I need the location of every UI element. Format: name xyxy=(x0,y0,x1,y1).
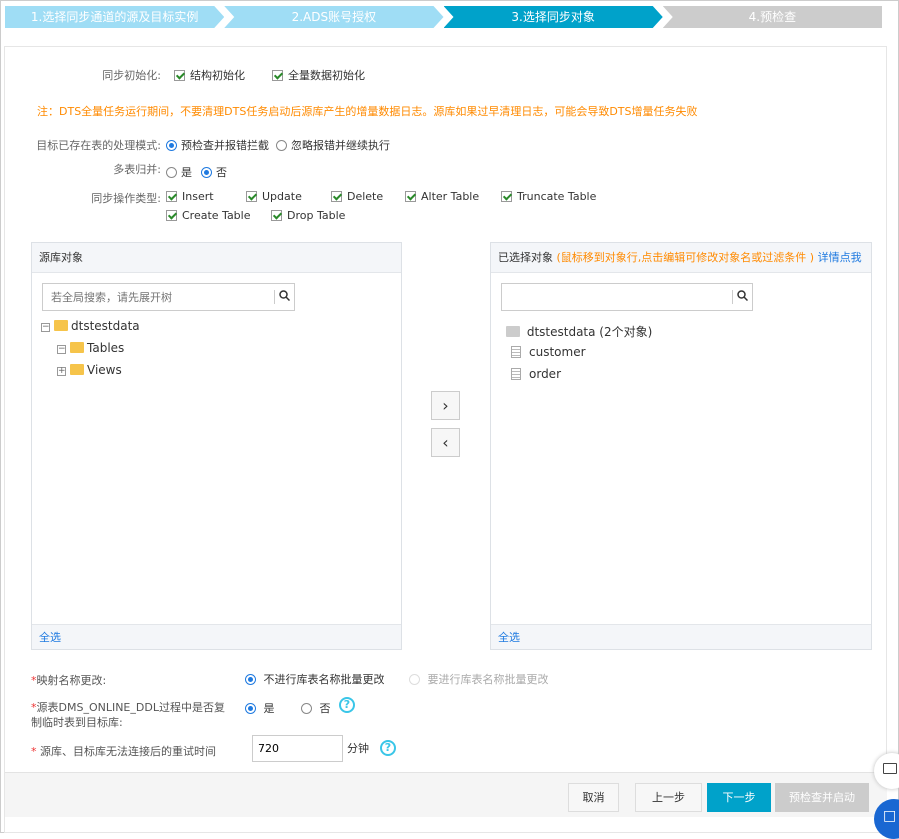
remove-from-selected-button[interactable]: ‹ xyxy=(431,428,460,457)
rename-no-radio[interactable]: 不进行库表名称批量更改 xyxy=(245,671,385,687)
step-1: 1.选择同步通道的源及目标实例 xyxy=(5,6,224,28)
expand-icon[interactable]: + xyxy=(57,367,66,376)
search-icon[interactable] xyxy=(732,290,749,304)
rename-label: *映射名称更改: xyxy=(31,674,107,687)
source-search-input[interactable] xyxy=(43,284,263,310)
merge-no-radio[interactable]: 否 xyxy=(201,164,227,180)
retry-unit: 分钟 xyxy=(347,742,369,755)
source-select-all[interactable]: 全选 xyxy=(32,624,401,649)
grid-icon: □ xyxy=(883,808,897,824)
folder-icon xyxy=(506,326,520,337)
selected-select-all[interactable]: 全选 xyxy=(491,624,871,649)
selected-item[interactable]: customer xyxy=(511,345,586,359)
search-icon[interactable] xyxy=(274,290,291,304)
precheck-start-button[interactable]: 预检查并启动 xyxy=(775,783,869,812)
selected-db-node[interactable]: dtstestdata (2个对象) xyxy=(506,323,652,340)
ops-label: 同步操作类型: xyxy=(91,192,161,205)
op-update-checkbox[interactable]: Update xyxy=(246,190,302,203)
warning-note: 注：DTS全量任务运行期间，不要清理DTS任务启动后源库产生的增量数据日志。源库… xyxy=(37,105,698,118)
init-label: 同步初始化: xyxy=(102,69,161,82)
next-step-button[interactable]: 下一步 xyxy=(707,783,771,812)
folder-icon xyxy=(54,320,68,331)
exist-label: 目标已存在表的处理模式: xyxy=(36,139,161,152)
retry-time-input[interactable] xyxy=(252,735,343,762)
prev-step-button[interactable]: 上一步 xyxy=(635,783,702,812)
add-to-selected-button[interactable]: › xyxy=(431,391,460,420)
table-icon xyxy=(511,346,521,358)
source-search xyxy=(42,283,295,311)
merge-yes-radio[interactable]: 是 xyxy=(166,164,192,180)
table-icon xyxy=(511,368,521,380)
init-struct-checkbox[interactable]: 结构初始化 xyxy=(174,67,245,83)
help-icon[interactable]: ? xyxy=(380,740,396,756)
op-truncate-table-checkbox[interactable]: Truncate Table xyxy=(501,190,596,203)
tree-node-db[interactable]: − dtstestdata xyxy=(41,319,140,333)
ddl-label: *源表DMS_ONLINE_DDL过程中是否复制临时表到目标库: xyxy=(31,701,225,729)
folder-open-icon xyxy=(70,364,84,375)
selected-panel-hint: (鼠标移到对象行,点击编辑可修改对象名或过滤条件 ) xyxy=(556,251,815,264)
step-3: 3.选择同步对象 xyxy=(444,6,663,28)
retry-label: * 源库、目标库无法连接后的重试时间 xyxy=(31,745,216,758)
chevron-right-icon: › xyxy=(442,396,449,415)
source-panel-title: 源库对象 xyxy=(32,243,401,273)
footer-bar: 取消 上一步 下一步 预检查并启动 xyxy=(5,772,887,817)
ddl-yes-radio[interactable]: 是 xyxy=(245,700,275,716)
selected-panel-title: 已选择对象 xyxy=(498,251,553,264)
step-2: 2.ADS账号授权 xyxy=(224,6,443,28)
op-alter-table-checkbox[interactable]: Alter Table xyxy=(405,190,479,203)
selected-objects-panel: 已选择对象 (鼠标移到对象行,点击编辑可修改对象名或过滤条件 ) 详情点我 dt… xyxy=(490,242,872,650)
op-insert-checkbox[interactable]: Insert xyxy=(166,190,214,203)
folder-icon xyxy=(70,342,84,353)
ddl-no-radio[interactable]: 否 xyxy=(301,700,331,716)
collapse-icon[interactable]: − xyxy=(57,345,66,354)
merge-label: 多表归并: xyxy=(113,163,161,176)
exist-ignore-radio[interactable]: 忽略报错并继续执行 xyxy=(276,137,390,153)
tree-node-views[interactable]: + Views xyxy=(57,363,122,377)
detail-link[interactable]: 详情点我 xyxy=(818,251,862,264)
op-create-table-checkbox[interactable]: Create Table xyxy=(166,209,251,222)
exist-precheck-radio[interactable]: 预检查并报错拦截 xyxy=(166,137,269,153)
selected-search xyxy=(501,283,753,311)
selected-item[interactable]: order xyxy=(511,367,561,381)
rename-yes-radio[interactable]: 要进行库表名称批量更改 xyxy=(409,671,549,687)
op-drop-table-checkbox[interactable]: Drop Table xyxy=(271,209,345,222)
chat-icon xyxy=(883,763,897,774)
step-4: 4.预检查 xyxy=(662,6,882,28)
chevron-left-icon: ‹ xyxy=(442,433,449,452)
selected-search-input[interactable] xyxy=(502,284,722,310)
tree-node-tables[interactable]: − Tables xyxy=(57,341,124,355)
init-full-checkbox[interactable]: 全量数据初始化 xyxy=(272,67,365,83)
collapse-icon[interactable]: − xyxy=(41,323,50,332)
help-icon[interactable]: ? xyxy=(339,697,355,713)
op-delete-checkbox[interactable]: Delete xyxy=(331,190,383,203)
step-progress: 1.选择同步通道的源及目标实例 2.ADS账号授权 3.选择同步对象 4.预检查 xyxy=(5,6,882,28)
cancel-button[interactable]: 取消 xyxy=(568,783,619,812)
source-objects-panel: 源库对象 −dtstestdata −Tables +Views 全选 xyxy=(31,242,402,650)
